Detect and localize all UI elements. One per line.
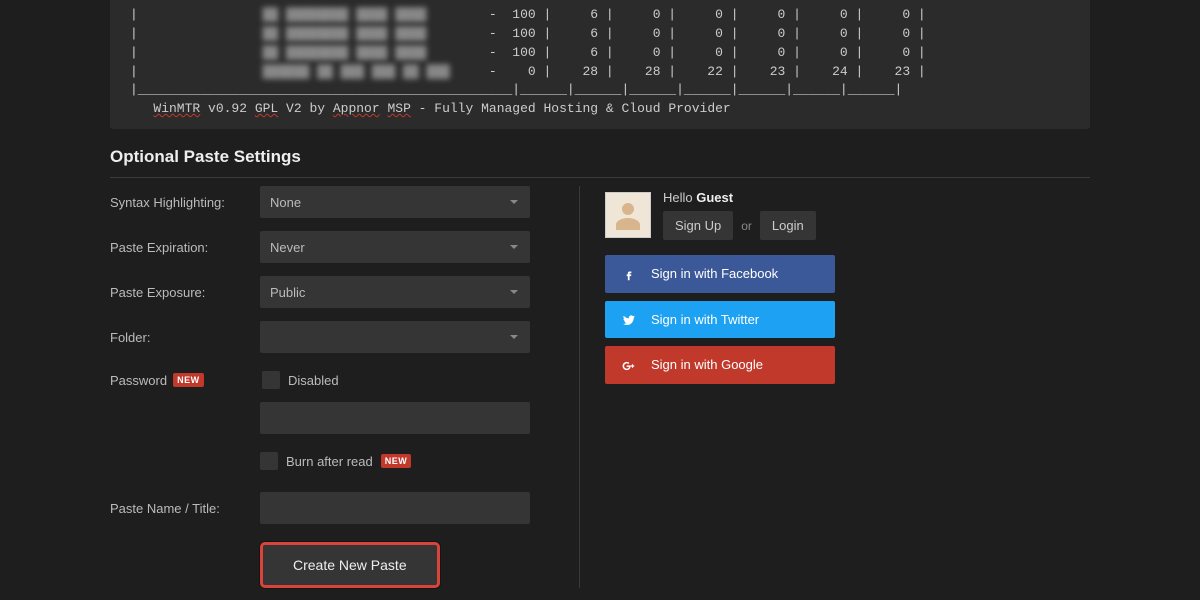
text-winmtr: WinMTR xyxy=(153,101,200,116)
twitter-icon xyxy=(621,312,637,328)
signin-google-button[interactable]: Sign in with Google xyxy=(605,346,835,384)
label-expiration: Paste Expiration: xyxy=(110,240,260,255)
greeting: Hello Guest xyxy=(663,190,816,205)
new-badge: NEW xyxy=(381,454,412,468)
section-title: Optional Paste Settings xyxy=(110,147,1090,178)
signin-facebook-button[interactable]: Sign in with Facebook xyxy=(605,255,835,293)
select-folder[interactable] xyxy=(260,321,530,353)
text-gpl: GPL xyxy=(255,101,278,116)
label-syntax: Syntax Highlighting: xyxy=(110,195,260,210)
input-password[interactable] xyxy=(260,402,530,434)
login-button[interactable]: Login xyxy=(760,211,816,240)
label-folder: Folder: xyxy=(110,330,260,345)
text-appnor: Appnor xyxy=(333,101,380,116)
signup-button[interactable]: Sign Up xyxy=(663,211,733,240)
input-title[interactable] xyxy=(260,492,530,524)
google-plus-icon xyxy=(621,357,637,373)
label-title: Paste Name / Title: xyxy=(110,501,260,516)
or-text: or xyxy=(741,219,752,233)
paste-textarea[interactable]: | ██ ████████ ████ ████ - 100 | 6 | 0 | … xyxy=(110,0,1090,129)
label-exposure: Paste Exposure: xyxy=(110,285,260,300)
label-burn: Burn after read xyxy=(286,454,373,469)
create-paste-button[interactable]: Create New Paste xyxy=(260,542,440,588)
label-disabled: Disabled xyxy=(288,373,339,388)
select-expiration[interactable]: Never xyxy=(260,231,530,263)
signin-twitter-button[interactable]: Sign in with Twitter xyxy=(605,301,835,339)
facebook-icon xyxy=(621,266,637,282)
select-exposure[interactable]: Public xyxy=(260,276,530,308)
select-syntax[interactable]: None xyxy=(260,186,530,218)
avatar xyxy=(605,192,651,238)
checkbox-burn[interactable] xyxy=(260,452,278,470)
checkbox-password[interactable] xyxy=(262,371,280,389)
text-msp: MSP xyxy=(387,101,410,116)
label-password: Password NEW xyxy=(110,373,260,388)
new-badge: NEW xyxy=(173,373,204,387)
